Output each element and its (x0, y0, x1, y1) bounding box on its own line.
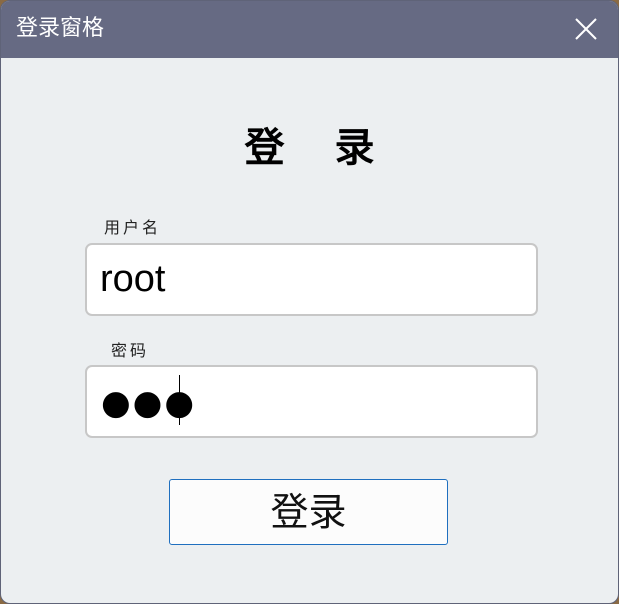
login-form: 登 录 用户名 root 密码 ●●● 登录 (1, 58, 618, 603)
title-bar[interactable]: 登录窗格 (1, 1, 618, 58)
close-icon (575, 18, 597, 40)
username-input[interactable]: root (85, 243, 538, 316)
text-caret (179, 375, 180, 425)
username-value: root (100, 258, 166, 300)
username-label: 用户名 (104, 218, 162, 237)
password-masked-value: ●●● (101, 383, 197, 423)
form-heading: 登 录 (244, 124, 393, 171)
login-window: 登录窗格 登 录 用户名 root 密码 ●●● 登录 (0, 0, 619, 604)
close-button[interactable] (572, 15, 600, 43)
password-input[interactable]: ●●● (85, 365, 538, 438)
login-button[interactable]: 登录 (169, 479, 448, 545)
window-title: 登录窗格 (16, 16, 105, 41)
password-label: 密码 (111, 341, 150, 360)
